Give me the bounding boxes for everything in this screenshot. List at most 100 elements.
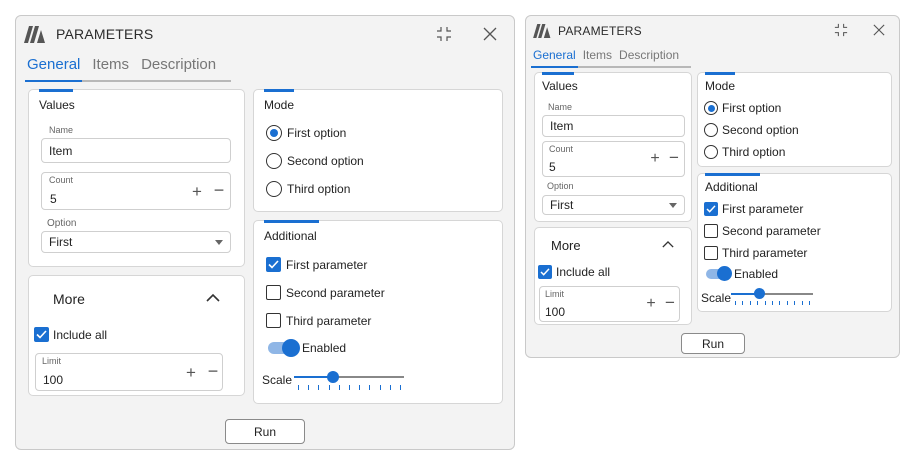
- param-first-checkbox[interactable]: First parameter: [266, 257, 367, 272]
- toggle-switch[interactable]: [268, 339, 300, 357]
- name-field[interactable]: Item: [542, 115, 685, 137]
- tab-items[interactable]: Items: [583, 48, 612, 66]
- checkbox[interactable]: [704, 202, 718, 216]
- count-label: Count: [49, 175, 74, 185]
- enabled-toggle[interactable]: Enabled: [268, 339, 347, 357]
- radio-button[interactable]: [704, 123, 718, 137]
- additional-panel: Additional First parameter Second parame…: [253, 220, 503, 404]
- slider-thumb[interactable]: [754, 288, 766, 299]
- count-stepper[interactable]: Count 5 + −: [41, 172, 231, 210]
- slider-tick: [318, 385, 320, 390]
- radio-first-option[interactable]: First option: [704, 101, 781, 115]
- count-label: Count: [549, 144, 574, 154]
- radio-button[interactable]: [266, 181, 282, 197]
- include-all-checkbox[interactable]: Include all: [538, 265, 610, 279]
- tab-general[interactable]: General: [24, 56, 83, 82]
- checkbox[interactable]: [704, 224, 718, 238]
- increment-button[interactable]: +: [184, 363, 198, 383]
- compress-icon[interactable]: [434, 25, 454, 43]
- radio-second-option[interactable]: Second option: [704, 123, 799, 137]
- additional-panel: Additional First parameter Second parame…: [697, 173, 892, 312]
- title-bar[interactable]: PARAMETERS: [16, 16, 514, 50]
- tab-items[interactable]: Items: [92, 56, 129, 80]
- radio-button[interactable]: [266, 153, 282, 169]
- tab-general[interactable]: General: [531, 48, 578, 68]
- mode-title: Mode: [264, 98, 295, 112]
- checkbox[interactable]: [266, 285, 281, 300]
- param-first-checkbox[interactable]: First parameter: [704, 202, 803, 216]
- slider-tick: [794, 301, 796, 305]
- increment-button[interactable]: +: [190, 182, 204, 202]
- decrement-button[interactable]: −: [663, 293, 677, 313]
- close-icon[interactable]: [480, 25, 500, 43]
- run-button[interactable]: Run: [225, 419, 305, 444]
- chevron-up-icon[interactable]: [662, 240, 674, 249]
- checkbox[interactable]: [704, 246, 718, 260]
- decrement-button[interactable]: −: [667, 148, 681, 168]
- values-panel: Values Name Item Count 5 + − Option Firs…: [28, 89, 245, 267]
- radio-third-option[interactable]: Third option: [266, 181, 350, 197]
- name-field[interactable]: Item: [41, 138, 231, 163]
- enabled-toggle[interactable]: Enabled: [706, 266, 779, 281]
- panel-accent: [39, 89, 73, 92]
- toggle-knob: [282, 339, 300, 357]
- param-label: Second parameter: [722, 224, 821, 238]
- scale-slider[interactable]: [731, 287, 813, 307]
- checkbox[interactable]: [34, 327, 49, 342]
- mode-title: Mode: [705, 79, 736, 93]
- chevron-up-icon[interactable]: [206, 293, 220, 303]
- slider-tick: [742, 301, 744, 305]
- checkbox[interactable]: [266, 257, 281, 272]
- tab-description[interactable]: Description: [619, 48, 679, 66]
- radio-third-option[interactable]: Third option: [704, 145, 785, 159]
- run-button[interactable]: Run: [681, 333, 745, 354]
- radio-label: Second option: [287, 154, 364, 168]
- option-select[interactable]: First: [41, 231, 231, 253]
- radio-button[interactable]: [266, 125, 282, 141]
- increment-button[interactable]: +: [648, 150, 662, 168]
- mode-panel: Mode First option Second option Third op…: [253, 89, 503, 212]
- param-label: Third parameter: [722, 246, 808, 260]
- slider-tick: [328, 385, 330, 390]
- slider-thumb[interactable]: [326, 371, 339, 383]
- close-icon[interactable]: [870, 22, 888, 38]
- title-bar[interactable]: PARAMETERS: [526, 16, 899, 46]
- name-label: Name: [49, 125, 74, 135]
- param-second-checkbox[interactable]: Second parameter: [704, 224, 821, 238]
- scale-label: Scale: [262, 373, 293, 387]
- toggle-switch[interactable]: [706, 266, 732, 281]
- toggle-label: Enabled: [734, 267, 779, 281]
- slider-tick: [308, 385, 310, 390]
- limit-label: Limit: [545, 289, 565, 299]
- scale-label: Scale: [701, 291, 732, 305]
- window-title: PARAMETERS: [558, 24, 642, 38]
- param-third-checkbox[interactable]: Third parameter: [266, 313, 371, 328]
- limit-stepper[interactable]: Limit 100 + −: [539, 286, 680, 322]
- radio-first-option[interactable]: First option: [266, 125, 346, 141]
- tab-description[interactable]: Description: [141, 56, 216, 80]
- decrement-button[interactable]: −: [212, 180, 226, 201]
- scale-slider[interactable]: [294, 369, 404, 391]
- checkbox[interactable]: [538, 265, 552, 279]
- count-value: 5: [549, 160, 556, 174]
- count-stepper[interactable]: Count 5 + −: [542, 141, 685, 177]
- radio-button[interactable]: [704, 145, 718, 159]
- limit-stepper[interactable]: Limit 100 + −: [35, 353, 223, 391]
- checkbox[interactable]: [266, 313, 281, 328]
- values-title: Values: [542, 79, 578, 93]
- include-all-checkbox[interactable]: Include all: [34, 327, 107, 342]
- decrement-button[interactable]: −: [206, 361, 220, 382]
- compress-icon[interactable]: [832, 22, 850, 38]
- panel-accent: [264, 89, 294, 92]
- slider-ticks: [294, 385, 404, 390]
- param-third-checkbox[interactable]: Third parameter: [704, 246, 807, 260]
- param-second-checkbox[interactable]: Second parameter: [266, 285, 385, 300]
- slider-tick: [379, 385, 381, 390]
- toggle-label: Enabled: [302, 341, 347, 355]
- radio-second-option[interactable]: Second option: [266, 153, 364, 169]
- option-select[interactable]: First: [542, 195, 685, 215]
- increment-button[interactable]: +: [644, 295, 658, 313]
- tab-bar: General Items Description: [531, 48, 691, 68]
- limit-value: 100: [43, 373, 64, 387]
- radio-button[interactable]: [704, 101, 718, 115]
